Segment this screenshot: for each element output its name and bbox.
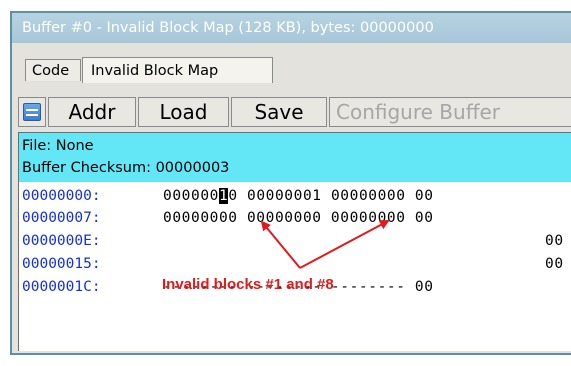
row-address: 00000000:	[22, 188, 101, 204]
save-button[interactable]: Save	[231, 97, 327, 127]
tab-code[interactable]: Code	[25, 59, 81, 81]
row-address: 00000015:	[22, 256, 101, 272]
configure-buffer-button[interactable]: Configure Buffer	[329, 97, 571, 127]
edit-cursor[interactable]: 1	[218, 188, 229, 204]
checksum-label: Buffer Checksum: 00000003	[22, 160, 230, 176]
row-address: 0000000E:	[22, 233, 101, 249]
addr-button[interactable]: Addr	[48, 97, 136, 127]
toolbar: Addr Load Save Configure Buffer	[18, 97, 571, 127]
window-title: Buffer #0 - Invalid Block Map (128 KB), …	[12, 13, 571, 43]
annotation-callout: Invalid blocks #1 and #8	[162, 276, 334, 293]
grid-view-button[interactable]	[18, 97, 46, 127]
row-address: 00000007:	[22, 210, 101, 226]
row-values: 0 00000001 00000000 00	[228, 188, 434, 204]
grid-icon	[23, 103, 41, 121]
row-values: 000000	[163, 188, 219, 204]
row-values: 00	[545, 233, 564, 249]
buffer-panel[interactable]: File: None Buffer Checksum: 00000003 000…	[18, 132, 571, 351]
row-values: 00000000 00000000 00000000 00	[163, 210, 434, 226]
load-button[interactable]: Load	[138, 97, 229, 127]
file-label: File: None	[22, 138, 94, 154]
row-values: 00	[545, 256, 564, 272]
row-address: 0000001C:	[22, 279, 101, 295]
buffer-info: File: None Buffer Checksum: 00000003	[19, 133, 571, 182]
tab-bar: Code Invalid Block Map	[12, 45, 571, 83]
buffer-window: Buffer #0 - Invalid Block Map (128 KB), …	[10, 11, 571, 355]
row-cells[interactable]: 00000010 00000001 00000000 00	[163, 188, 434, 204]
tab-invalid-block-map[interactable]: Invalid Block Map	[82, 57, 273, 83]
